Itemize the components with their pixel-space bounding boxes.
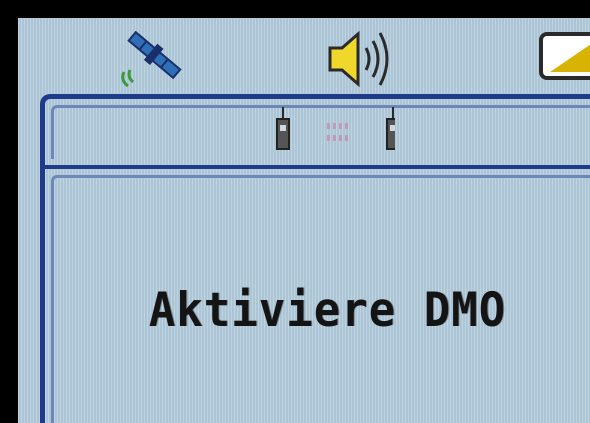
- battery-icon: [539, 32, 590, 80]
- satellite-signal-icon: [121, 30, 182, 88]
- dialog-message: Aktiviere DMO: [148, 282, 507, 339]
- dmo-dialog: Aktiviere DMO: [40, 94, 590, 423]
- device-screen: Aktiviere DMO: [18, 18, 590, 423]
- speaker-volume-icon: [328, 30, 389, 88]
- dmo-radio-link-icon: [276, 107, 395, 150]
- status-bar: [18, 18, 590, 94]
- dialog-header: [45, 99, 590, 169]
